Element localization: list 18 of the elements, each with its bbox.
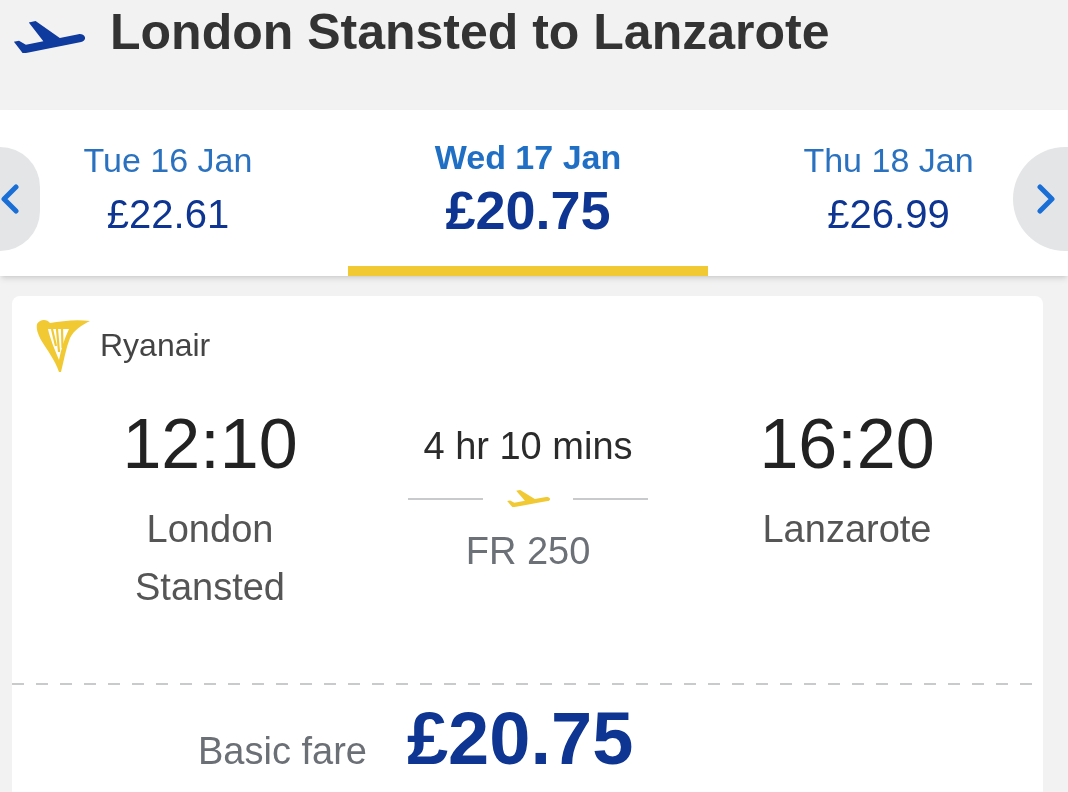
airport-name: London Stansted xyxy=(134,507,286,610)
flight-time: 16:20 xyxy=(759,409,935,479)
airplane-icon xyxy=(506,490,550,507)
date-tab[interactable]: Wed 17 Jan £20.75 xyxy=(348,110,708,276)
chevron-right-icon xyxy=(1037,184,1055,214)
flight-duration: 4 hr 10 mins xyxy=(423,427,633,465)
date-tab[interactable]: Tue 16 Jan £22.61 xyxy=(40,110,348,276)
flight-time: 12:10 xyxy=(122,409,298,479)
fare-label: Basic fare xyxy=(198,732,367,770)
airplane-icon xyxy=(12,21,85,53)
harp-logo-icon xyxy=(36,318,90,372)
airline-name: Ryanair xyxy=(100,329,211,361)
chevron-left-icon xyxy=(1,184,19,214)
date-tab[interactable]: Thu 18 Jan £26.99 xyxy=(708,110,1013,276)
page-title: London Stansted to Lanzarote xyxy=(110,7,830,57)
flight-number: FR 250 xyxy=(465,532,591,570)
fare-price: £20.75 xyxy=(406,702,634,776)
airport-name: Lanzarote xyxy=(762,507,932,552)
